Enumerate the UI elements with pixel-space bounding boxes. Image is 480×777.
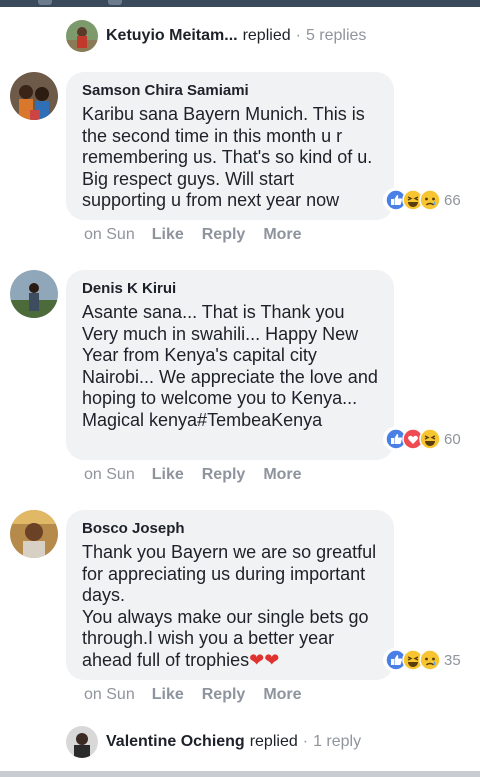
- avatar: [66, 726, 98, 758]
- separator-dot: ·: [302, 733, 309, 750]
- comment-text: Karibu sana Bayern Munich. This is the s…: [82, 104, 378, 210]
- sad-reaction-icon: [419, 189, 441, 211]
- replied-label: replied: [242, 27, 291, 44]
- reply-button[interactable]: Reply: [202, 686, 246, 704]
- reaction-count: 35: [444, 651, 461, 669]
- comment-author[interactable]: Samson Chira Samiami: [82, 82, 378, 99]
- comment-text: Thank you Bayern we are so greatful for …: [82, 542, 378, 671]
- comment-actions: on Sun Like Reply More: [84, 466, 320, 484]
- sad-reaction-icon: [419, 649, 441, 671]
- comment-actions: on Sun Like Reply More: [84, 226, 320, 244]
- comment-author[interactable]: Bosco Joseph: [82, 520, 378, 537]
- avatar[interactable]: [10, 270, 58, 318]
- comment-bubble: Denis K Kirui Asante sana... That is Tha…: [66, 270, 394, 460]
- tab-indicator: [108, 0, 122, 5]
- comment-time: on Sun: [84, 226, 135, 243]
- like-button[interactable]: Like: [152, 226, 184, 244]
- comment-bubble: Bosco Joseph Thank you Bayern we are so …: [66, 510, 394, 680]
- top-status-bar: [0, 0, 480, 7]
- heart-emoji: ❤❤: [249, 649, 280, 670]
- replier-name[interactable]: Valentine Ochieng: [106, 733, 245, 751]
- comment-text-body: Thank you Bayern we are so greatful for …: [82, 542, 377, 670]
- replier-name[interactable]: Ketuyio Meitam...: [106, 27, 238, 45]
- like-button[interactable]: Like: [152, 466, 184, 484]
- avatar: [66, 20, 98, 52]
- more-button[interactable]: More: [263, 466, 301, 484]
- comment-bubble: Samson Chira Samiami Karibu sana Bayern …: [66, 72, 394, 220]
- comment-actions: on Sun Like Reply More: [84, 686, 320, 704]
- haha-reaction-icon: [419, 428, 441, 450]
- reply-button[interactable]: Reply: [202, 466, 246, 484]
- tab-indicator: [38, 0, 52, 5]
- reaction-count: 60: [444, 430, 461, 448]
- reply-summary-bottom[interactable]: Valentine Ochieng replied · 1 reply: [66, 724, 361, 760]
- reply-button[interactable]: Reply: [202, 226, 246, 244]
- avatar[interactable]: [10, 510, 58, 558]
- replied-label: replied: [249, 733, 298, 750]
- more-button[interactable]: More: [263, 686, 301, 704]
- bottom-divider: [0, 771, 480, 777]
- reaction-count: 66: [444, 191, 461, 209]
- reactions-summary[interactable]: 66: [383, 188, 465, 212]
- comment-author[interactable]: Denis K Kirui: [82, 280, 378, 297]
- reply-summary-top[interactable]: Ketuyio Meitam... replied · 5 replies: [66, 18, 366, 54]
- like-button[interactable]: Like: [152, 686, 184, 704]
- reactions-summary[interactable]: 60: [383, 427, 465, 451]
- reply-count[interactable]: 1 reply: [313, 733, 361, 751]
- comment-text: Asante sana... That is Thank you Very mu…: [82, 302, 383, 430]
- more-button[interactable]: More: [263, 226, 301, 244]
- reply-count[interactable]: 5 replies: [306, 27, 366, 45]
- separator-dot: ·: [295, 27, 301, 44]
- avatar[interactable]: [10, 72, 58, 120]
- comment-time: on Sun: [84, 686, 135, 703]
- comment-time: on Sun: [84, 466, 135, 483]
- reactions-summary[interactable]: 35: [383, 648, 465, 672]
